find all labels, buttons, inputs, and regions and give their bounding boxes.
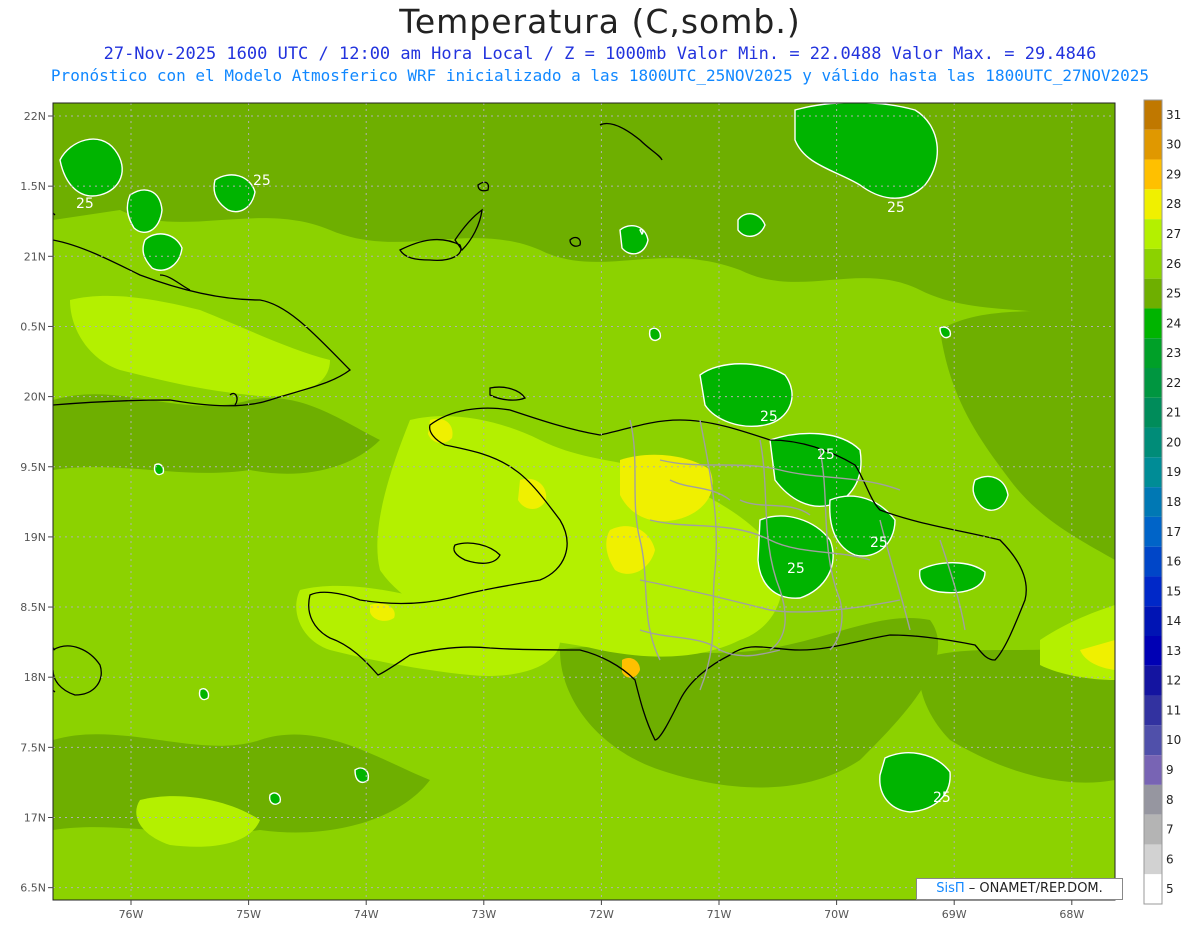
colorbar-label: 12: [1166, 674, 1181, 688]
lat-tick-label: 19N: [24, 531, 46, 544]
lat-tick-label: 18N: [24, 671, 46, 684]
colorbar-label: 16: [1166, 555, 1181, 569]
contour-label: 25: [787, 561, 805, 577]
colorbar-swatch: [1144, 755, 1162, 785]
colorbar-swatch: [1144, 665, 1162, 696]
longitude-axis: 76W 75W 74W 73W 72W 71W 70W 69W 68W: [119, 900, 1084, 921]
colorbar-label: 13: [1166, 644, 1181, 658]
lat-tick-label: 20N: [24, 391, 46, 404]
contour-label: 25: [817, 447, 835, 463]
colorbar-label: 6: [1166, 852, 1174, 866]
colorbar-swatch: [1144, 516, 1162, 547]
colorbar-swatch: [1144, 308, 1162, 339]
colorbar-swatch: [1144, 546, 1162, 577]
contour-label: 25: [760, 409, 778, 425]
colorbar-swatch: [1144, 814, 1162, 845]
colorbar-swatch: [1144, 159, 1162, 190]
lat-tick-label: 9.5N: [20, 461, 46, 474]
colorbar-label: 9: [1166, 763, 1174, 777]
colorbar-label: 15: [1166, 584, 1181, 598]
colorbar-label: 20: [1166, 435, 1181, 449]
lon-tick-label: 76W: [119, 908, 144, 921]
colorbar-swatch: [1144, 100, 1162, 130]
colorbar-swatch: [1144, 874, 1162, 904]
colorbar-label: 25: [1166, 287, 1181, 301]
colorbar-swatch: [1144, 725, 1162, 756]
sispi-brand: SisΠ: [936, 881, 965, 896]
colorbar-swatch: [1144, 338, 1162, 368]
colorbar-swatch: [1144, 695, 1162, 726]
colorbar-swatch: [1144, 606, 1162, 636]
colorbar-label: 21: [1166, 406, 1181, 420]
colorbar-swatch: [1144, 189, 1162, 220]
credit-box: SisΠ – ONAMET/REP.DOM.: [916, 878, 1123, 900]
lat-tick-label: 0.5N: [20, 320, 46, 333]
colorbar-label: 11: [1166, 703, 1181, 717]
lon-tick-label: 69W: [942, 908, 967, 921]
lat-tick-label: 21N: [24, 250, 46, 263]
lat-tick-label: 22N: [24, 110, 46, 123]
lon-tick-label: 75W: [236, 908, 261, 921]
colorbar-label: 17: [1166, 525, 1181, 539]
credit-text: – ONAMET/REP.DOM.: [964, 881, 1103, 896]
latitude-axis: 22N 1.5N 21N 0.5N 20N 9.5N 19N 8.5N 18N 7.5N 17N 6.…: [20, 110, 53, 895]
colorbar-label: 22: [1166, 376, 1181, 390]
colorbar-label: 27: [1166, 227, 1181, 241]
lon-tick-label: 74W: [354, 908, 379, 921]
colorbar-swatch: [1144, 576, 1162, 607]
colorbar-label: 18: [1166, 495, 1181, 509]
contour-label: 25: [933, 790, 951, 806]
colorbar-label: 30: [1166, 138, 1181, 152]
lon-tick-label: 70W: [824, 908, 849, 921]
colorbar-swatch: [1144, 248, 1162, 279]
colorbar: 31 30 29 28 27 26 25 24 23 22 21 20 19 18 17 16 15 14 13 12…: [1143, 99, 1181, 905]
lon-tick-label: 71W: [707, 908, 732, 921]
contour-label: 25: [870, 535, 888, 551]
colorbar-label: 8: [1166, 793, 1174, 807]
colorbar-label: 23: [1166, 346, 1181, 360]
colorbar-swatch: [1144, 844, 1162, 875]
lon-tick-label: 73W: [471, 908, 496, 921]
lat-tick-label: 17N: [24, 812, 46, 825]
colorbar-swatch: [1144, 129, 1162, 160]
lat-tick-label: 8.5N: [20, 601, 46, 614]
colorbar-label: 10: [1166, 733, 1181, 747]
lon-tick-label: 68W: [1059, 908, 1084, 921]
colorbar-swatch: [1144, 427, 1162, 458]
temperature-map: 25 25 25 25 25 25 25 25 22N 1.5N 21N 0.5N 20…: [20, 99, 1181, 921]
colorbar-label: 28: [1166, 197, 1181, 211]
colorbar-swatch: [1144, 368, 1162, 398]
colorbar-swatch: [1144, 219, 1162, 249]
lat-tick-label: 1.5N: [20, 180, 46, 193]
colorbar-label: 14: [1166, 614, 1181, 628]
temperature-field: [53, 103, 1115, 900]
colorbar-label: 19: [1166, 465, 1181, 479]
colorbar-label: 26: [1166, 257, 1181, 271]
contour-label: 25: [887, 200, 905, 216]
colorbar-swatch: [1144, 278, 1162, 309]
colorbar-swatch: [1144, 784, 1162, 815]
lat-tick-label: 6.5N: [20, 882, 46, 895]
colorbar-swatch: [1144, 487, 1162, 517]
colorbar-label: 29: [1166, 167, 1181, 181]
colorbar-label: 7: [1166, 823, 1174, 837]
colorbar-label: 24: [1166, 316, 1181, 330]
contour-label: 25: [76, 196, 94, 212]
colorbar-swatch: [1144, 636, 1162, 666]
lon-tick-label: 72W: [589, 908, 614, 921]
lat-tick-label: 7.5N: [20, 741, 46, 754]
colorbar-swatch: [1144, 457, 1162, 488]
colorbar-swatch: [1144, 397, 1162, 428]
contour-label: 25: [253, 173, 271, 189]
colorbar-label: 31: [1166, 108, 1181, 122]
colorbar-label: 5: [1166, 882, 1174, 896]
